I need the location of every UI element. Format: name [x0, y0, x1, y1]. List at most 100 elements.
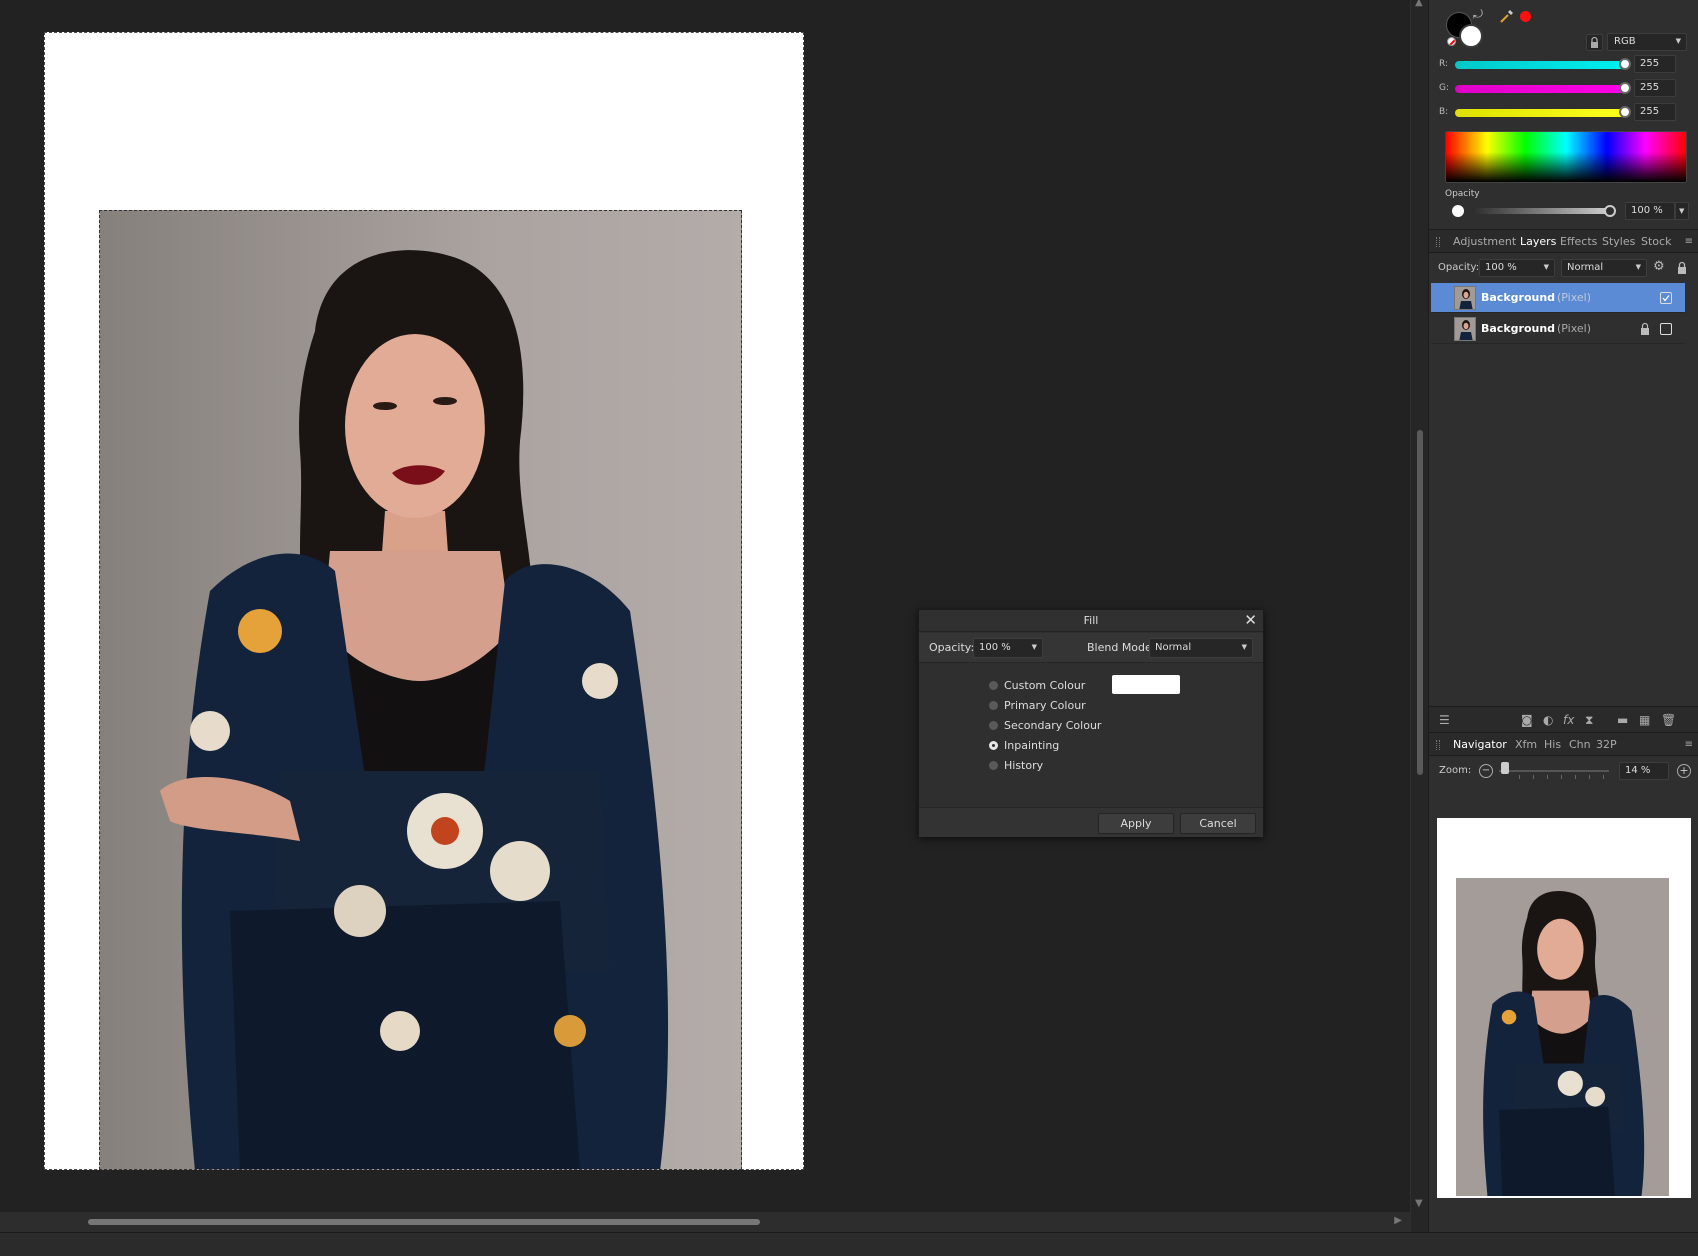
zoom-in-icon[interactable]: + — [1677, 764, 1691, 778]
radio-button[interactable] — [989, 761, 998, 770]
delete-layer-icon[interactable]: 🗑 — [1661, 713, 1676, 727]
zoom-out-icon[interactable]: − — [1479, 764, 1493, 778]
lock-icon — [1591, 36, 1598, 48]
chevron-down-icon: ▼ — [1031, 643, 1037, 651]
layer-type: (Pixel) — [1557, 291, 1592, 304]
scroll-up-arrow-icon[interactable]: ▲ — [1415, 0, 1423, 8]
tab-transform[interactable]: Xfm — [1515, 738, 1537, 751]
red-channel-slider[interactable] — [1455, 61, 1625, 69]
red-channel-knob[interactable] — [1619, 58, 1631, 70]
document-canvas[interactable] — [44, 32, 804, 1170]
panel-menu-icon[interactable]: ≡ — [1685, 236, 1693, 247]
portrait-photo[interactable] — [99, 210, 742, 1170]
option-history[interactable]: History — [989, 758, 1239, 776]
live-filter-icon[interactable]: ⧗ — [1585, 713, 1593, 728]
option-primary-colour[interactable]: Primary Colour — [989, 698, 1239, 716]
tab-32p[interactable]: 32P — [1596, 738, 1617, 751]
navigator-preview[interactable] — [1437, 818, 1691, 1198]
tab-stock[interactable]: Stock — [1641, 235, 1671, 248]
red-channel-label: R: — [1439, 59, 1449, 69]
panel-grip-icon[interactable] — [1436, 740, 1440, 750]
radio-button[interactable] — [989, 701, 998, 710]
tab-effects[interactable]: Effects — [1560, 235, 1597, 248]
fill-opacity-select[interactable]: 100 % ▼ — [973, 638, 1043, 658]
layers-stack-icon[interactable]: ☰ — [1439, 713, 1450, 727]
chevron-down-icon[interactable]: ▼ — [1675, 202, 1689, 220]
scroll-right-arrow-icon[interactable]: ▶ — [1394, 1215, 1402, 1226]
blue-channel-slider[interactable] — [1455, 109, 1625, 117]
blue-channel-knob[interactable] — [1619, 106, 1631, 118]
colour-opacity-knob[interactable] — [1604, 205, 1616, 217]
mask-layer-icon[interactable]: ◙ — [1521, 713, 1533, 727]
fill-blend-mode-select[interactable]: Normal ▼ — [1149, 638, 1253, 658]
option-label: Inpainting — [1004, 739, 1060, 752]
red-channel-value[interactable]: 255 — [1634, 55, 1676, 73]
radio-button[interactable] — [989, 681, 998, 690]
tab-layers[interactable]: Layers — [1520, 235, 1556, 248]
close-icon[interactable]: ✕ — [1244, 611, 1257, 629]
zoom-tick — [1519, 775, 1520, 779]
zoom-tick — [1533, 775, 1534, 779]
apply-button[interactable]: Apply — [1098, 813, 1174, 834]
dialog-title: Fill — [1083, 614, 1099, 627]
opacity-preview-dot — [1452, 205, 1464, 217]
panel-menu-icon[interactable]: ≡ — [1685, 739, 1693, 750]
blue-channel-value[interactable]: 255 — [1634, 103, 1676, 121]
layer-opacity-select[interactable]: 100 % ▼ — [1479, 259, 1555, 277]
custom-colour-swatch[interactable] — [1112, 675, 1180, 694]
layers-list: Background (Pixel) Background (Pixel) — [1429, 283, 1698, 703]
dialog-title-bar[interactable]: Fill ✕ — [919, 610, 1263, 632]
tab-navigator[interactable]: Navigator — [1453, 738, 1507, 751]
layer-thumbnail — [1454, 317, 1476, 341]
cancel-button[interactable]: Cancel — [1180, 813, 1256, 834]
option-inpainting[interactable]: Inpainting — [989, 738, 1239, 756]
adjustment-icon[interactable]: ◐ — [1543, 713, 1553, 727]
colour-opacity-slider[interactable] — [1471, 208, 1611, 214]
panel-grip-icon[interactable] — [1436, 237, 1440, 247]
zoom-slider[interactable] — [1499, 770, 1609, 772]
horizontal-scrollbar[interactable]: ▶ — [0, 1212, 1410, 1232]
layer-blend-mode-select[interactable]: Normal ▼ — [1561, 259, 1647, 277]
tab-channels[interactable]: Chn — [1569, 738, 1591, 751]
canvas-area[interactable] — [0, 0, 1410, 1212]
folder-icon[interactable]: ▬ — [1617, 713, 1628, 727]
zoom-slider-knob[interactable] — [1501, 762, 1509, 774]
lock-colour-button[interactable] — [1586, 34, 1603, 51]
zoom-tick — [1561, 775, 1562, 779]
green-channel-knob[interactable] — [1619, 82, 1631, 94]
lock-icon[interactable] — [1675, 260, 1689, 276]
scroll-down-arrow-icon[interactable]: ▼ — [1415, 1198, 1423, 1209]
colour-opacity-value[interactable]: 100 % — [1625, 202, 1675, 220]
swap-colours-icon[interactable]: ⤾ — [1473, 7, 1483, 22]
fx-icon[interactable]: fx — [1563, 713, 1574, 727]
green-channel-value[interactable]: 255 — [1634, 79, 1676, 97]
picked-colour-dot[interactable] — [1520, 11, 1531, 22]
layer-visibility-checkbox[interactable] — [1660, 292, 1672, 304]
layer-row[interactable]: Background (Pixel) — [1431, 314, 1685, 344]
horizontal-scroll-thumb[interactable] — [88, 1219, 760, 1225]
option-secondary-colour[interactable]: Secondary Colour — [989, 718, 1239, 736]
colour-spectrum[interactable] — [1445, 131, 1687, 183]
tab-styles[interactable]: Styles — [1602, 235, 1635, 248]
colour-opacity-label: Opacity — [1445, 189, 1480, 199]
layer-lock-icon[interactable] — [1639, 322, 1651, 336]
layer-row[interactable]: Background (Pixel) — [1431, 283, 1685, 313]
green-channel-row: G: 255 — [1439, 79, 1689, 99]
layer-visibility-checkbox[interactable] — [1660, 323, 1672, 335]
colour-mode-select[interactable]: RGB ▼ — [1607, 33, 1687, 51]
vertical-scroll-thumb[interactable] — [1417, 430, 1423, 775]
green-channel-slider[interactable] — [1455, 85, 1625, 93]
tab-adjustment[interactable]: Adjustment — [1453, 235, 1516, 248]
add-pixel-layer-icon[interactable]: ▦ — [1639, 713, 1650, 727]
vertical-scrollbar[interactable]: ▲ ▼ — [1410, 0, 1428, 1232]
secondary-colour-swatch[interactable] — [1459, 24, 1483, 48]
tab-history[interactable]: His — [1544, 738, 1561, 751]
radio-button[interactable] — [989, 721, 998, 730]
layer-blend-mode-value: Normal — [1567, 262, 1604, 273]
colour-picker-icon[interactable] — [1499, 8, 1515, 24]
zoom-value[interactable]: 14 % — [1619, 762, 1669, 780]
no-colour-swatch-icon[interactable] — [1447, 37, 1456, 46]
gear-icon[interactable]: ⚙ — [1653, 259, 1665, 274]
checkmark-icon — [1662, 295, 1670, 302]
radio-button-selected[interactable] — [989, 741, 998, 750]
